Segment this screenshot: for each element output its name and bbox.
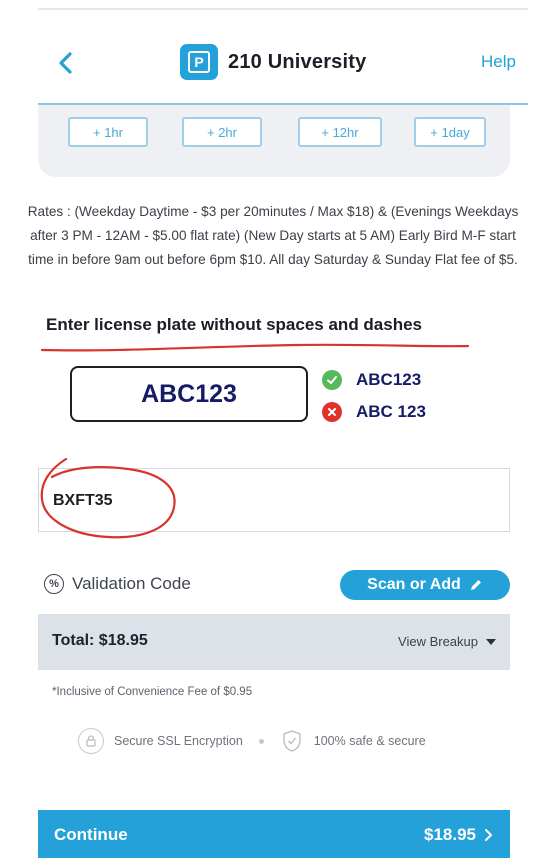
continue-button[interactable]: Continue $18.95 — [38, 810, 510, 858]
check-circle-icon — [322, 370, 342, 390]
scan-or-add-label: Scan or Add — [367, 576, 461, 593]
good-example-row: ABC123 — [322, 370, 421, 390]
ssl-label: Secure SSL Encryption — [114, 734, 243, 748]
add-12hr-button[interactable]: + 12hr — [298, 117, 382, 147]
add-2hr-button[interactable]: + 2hr — [182, 117, 262, 147]
validation-code-label: Validation Code — [72, 574, 191, 593]
convenience-fee-note: *Inclusive of Convenience Fee of $0.95 — [52, 686, 253, 698]
validation-code-row: % Validation Code — [44, 574, 191, 594]
bad-example-row: ABC 123 — [322, 402, 426, 422]
chevron-right-icon — [485, 829, 492, 841]
total-label: Total: $18.95 — [52, 632, 148, 649]
red-circle-annotation — [40, 457, 176, 539]
page-title: 210 University — [228, 50, 367, 73]
parking-letter: P — [188, 51, 210, 73]
percent-icon: % — [44, 574, 64, 594]
continue-price-group: $18.95 — [424, 825, 494, 845]
separator-dot — [258, 738, 264, 744]
add-1day-button[interactable]: + 1day — [414, 117, 486, 147]
plate-instruction: Enter license plate without spaces and d… — [46, 315, 423, 334]
good-example-label: ABC123 — [356, 370, 422, 389]
rates-description: Rates : (Weekday Daytime - $3 per 20minu… — [27, 204, 519, 267]
continue-label: Continue — [54, 825, 128, 844]
caret-down-icon — [486, 638, 496, 645]
duration-panel: + 1hr + 2hr + 12hr + 1day — [38, 105, 510, 177]
shield-check-icon — [280, 729, 304, 753]
add-1hr-button[interactable]: + 1hr — [68, 117, 148, 147]
help-link[interactable]: Help — [481, 52, 516, 72]
lock-icon — [78, 728, 104, 754]
title-group: P 210 University — [180, 44, 366, 80]
parking-icon: P — [180, 44, 218, 80]
scan-or-add-button[interactable]: Scan or Add — [340, 570, 510, 600]
red-underline-annotation — [40, 343, 470, 352]
plate-example-box: ABC123 — [70, 366, 308, 422]
continue-price: $18.95 — [424, 825, 476, 844]
safe-label: 100% safe & secure — [313, 734, 426, 748]
header: P 210 University Help — [0, 44, 544, 84]
security-row: Secure SSL Encryption 100% safe & secure — [78, 728, 426, 754]
view-breakup-label: View Breakup — [398, 634, 478, 649]
chevron-left-icon — [59, 52, 72, 74]
back-button[interactable] — [52, 46, 82, 80]
view-breakup-button[interactable]: View Breakup — [398, 634, 496, 649]
x-circle-icon — [322, 402, 342, 422]
top-divider — [38, 8, 528, 10]
pencil-icon — [470, 580, 481, 590]
bad-example-label: ABC 123 — [356, 402, 426, 421]
total-bar: Total: $18.95 View Breakup — [38, 614, 510, 670]
